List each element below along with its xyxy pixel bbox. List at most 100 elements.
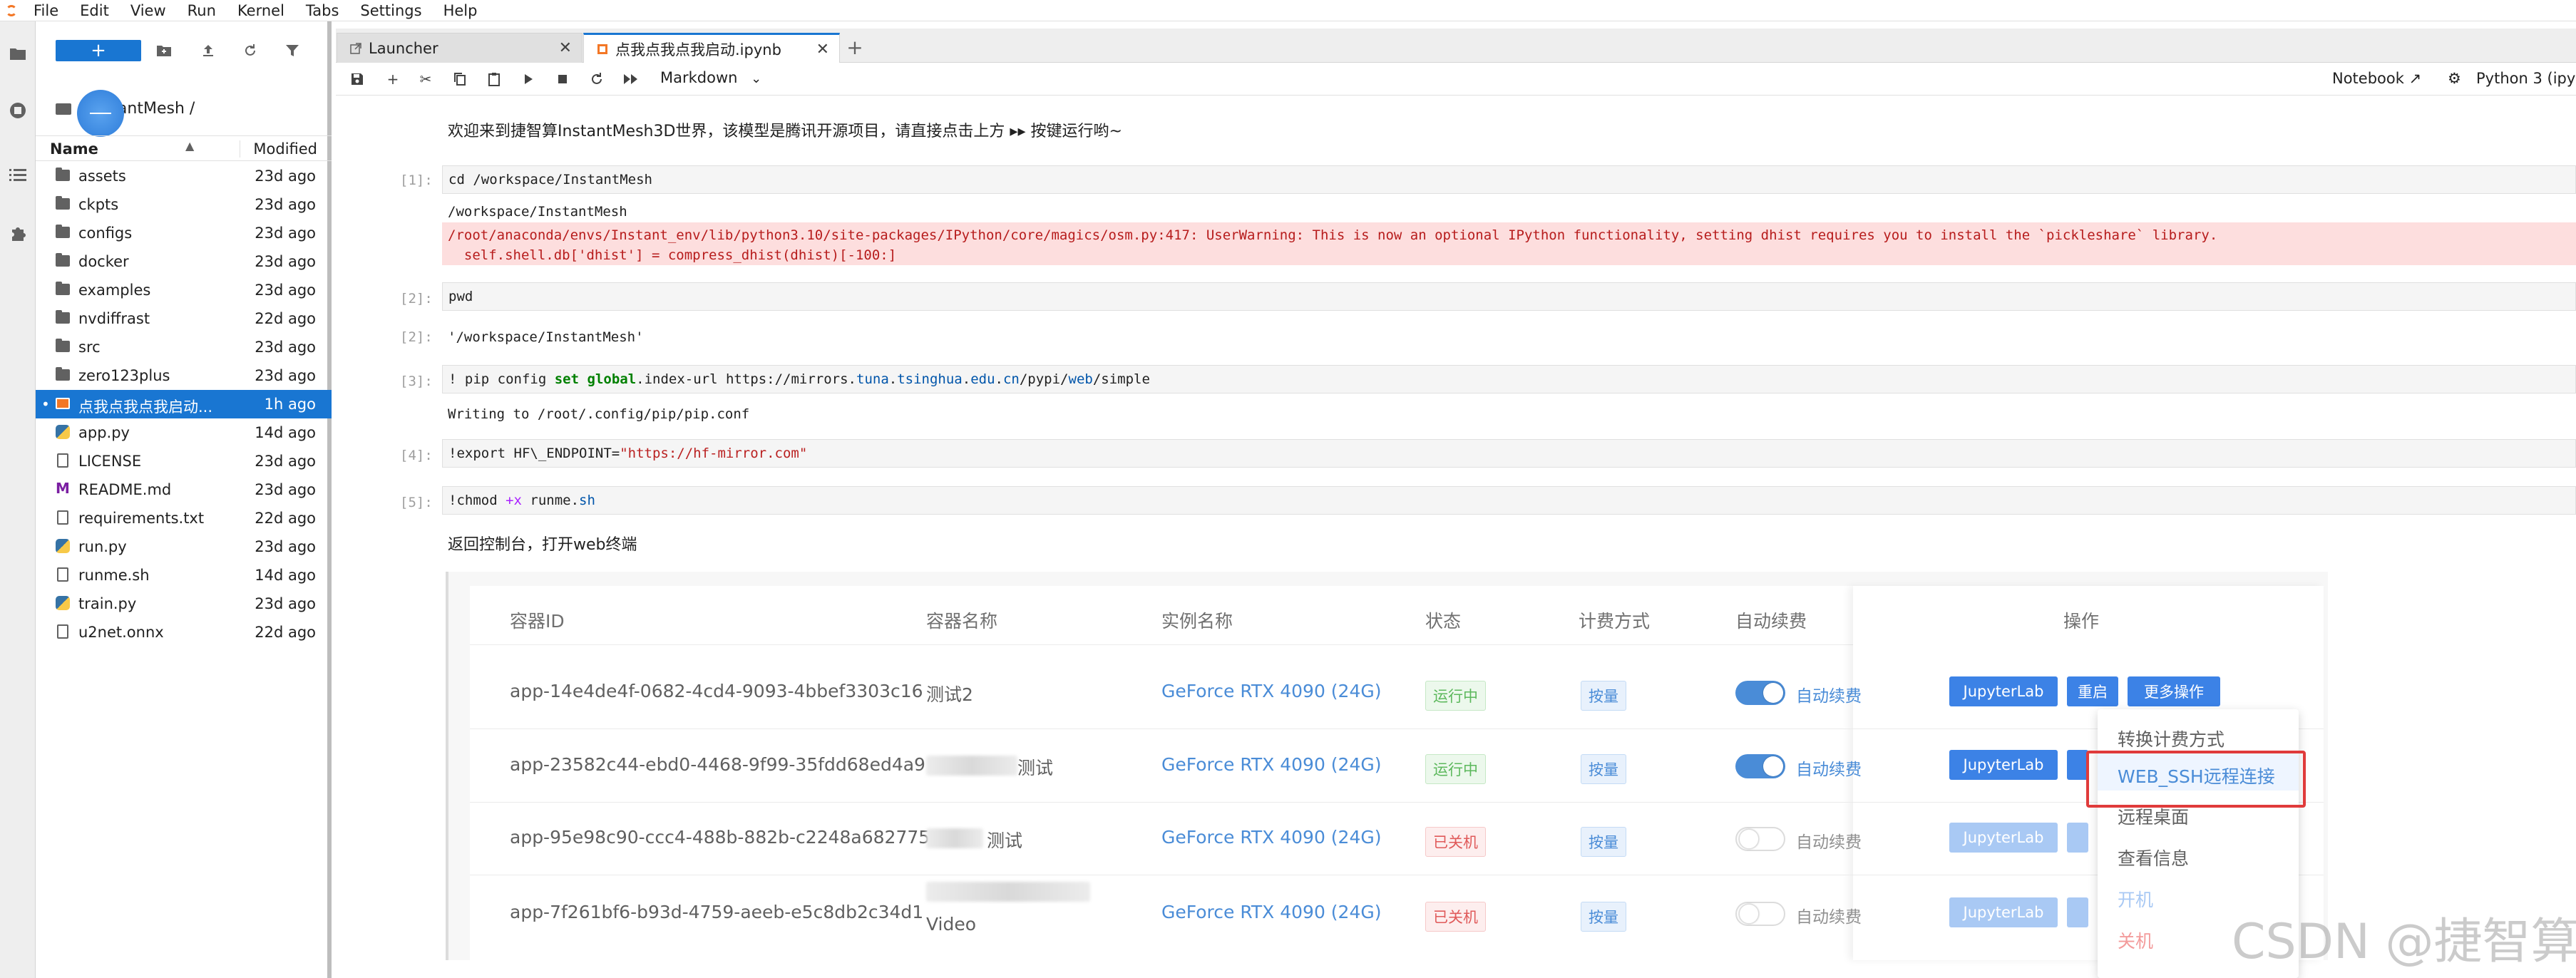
auto-renew-toggle[interactable] — [1735, 902, 1785, 926]
auto-renew-toggle[interactable] — [1735, 754, 1785, 778]
header-operations: 操作 — [2063, 611, 2100, 632]
folder-row[interactable]: zero123plus 23d ago — [36, 361, 332, 390]
markdown-console-hint: 返回控制台，打开web终端 — [448, 536, 637, 554]
folder-icon — [56, 339, 70, 352]
restart-button-partial[interactable] — [2067, 897, 2088, 927]
file-row[interactable]: requirements.txt 22d ago — [36, 504, 332, 532]
column-name[interactable]: Name — [50, 140, 98, 158]
kernel-name[interactable]: Python 3 (ipyk — [2476, 70, 2576, 87]
instance-name-link[interactable]: GeForce RTX 4090 (24G) — [1161, 754, 1382, 775]
dropdown-item-power-off[interactable]: 关机 — [2118, 927, 2153, 953]
running-sessions-icon[interactable] — [9, 101, 27, 120]
file-modified: 22d ago — [255, 310, 316, 327]
code-cell-2[interactable]: pwd — [442, 282, 2576, 311]
file-row[interactable]: u2net.onnx 22d ago — [36, 618, 332, 647]
file-name: configs — [78, 225, 133, 242]
refresh-icon[interactable] — [240, 40, 261, 61]
python-icon — [56, 425, 70, 439]
code-cell-1[interactable]: cd /workspace/InstantMesh — [442, 165, 2576, 194]
menu-help[interactable]: Help — [433, 2, 488, 19]
billing-badge: 按量 — [1581, 754, 1626, 784]
restart-button-partial[interactable] — [2067, 823, 2088, 853]
run-cell-icon[interactable] — [518, 70, 538, 88]
file-modified: 23d ago — [255, 196, 316, 213]
markdown-icon: M — [56, 480, 70, 497]
paste-icon[interactable] — [484, 70, 504, 88]
file-row[interactable]: M README.md 23d ago — [36, 475, 332, 504]
upload-icon[interactable] — [197, 40, 219, 61]
close-icon[interactable]: ✕ — [559, 39, 572, 57]
interrupt-kernel-icon[interactable] — [553, 70, 573, 88]
menu-view[interactable]: View — [120, 2, 177, 19]
folder-row[interactable]: configs 23d ago — [36, 219, 332, 247]
auto-renew-toggle[interactable] — [1735, 827, 1785, 851]
menu-edit[interactable]: Edit — [69, 2, 120, 19]
code-cell-5[interactable]: !chmod +x runme.sh — [442, 486, 2576, 515]
file-name: runme.sh — [78, 567, 150, 584]
container-name: Video — [926, 914, 977, 935]
menu-tabs[interactable]: Tabs — [295, 2, 350, 19]
jupyterlab-button[interactable]: JupyterLab — [1949, 676, 2058, 706]
folder-row[interactable]: ckpts 23d ago — [36, 190, 332, 219]
file-row[interactable]: LICENSE 23d ago — [36, 447, 332, 475]
column-modified[interactable]: Modified — [240, 140, 317, 158]
table-of-contents-icon[interactable] — [9, 165, 27, 184]
container-table: 容器ID 容器名称 实例名称 状态 计费方式 自动续费 操作 app-14e4d… — [470, 586, 2324, 960]
menu-run[interactable]: Run — [177, 2, 227, 19]
code-cell-3[interactable]: ! pip config set global.index-url https:… — [442, 365, 2576, 393]
jupyterlab-button[interactable]: JupyterLab — [1949, 897, 2058, 927]
restart-kernel-icon[interactable] — [587, 70, 607, 88]
insert-cell-icon[interactable]: + — [383, 70, 403, 88]
instance-name-link[interactable]: GeForce RTX 4090 (24G) — [1161, 681, 1382, 701]
file-row[interactable]: app.py 14d ago — [36, 418, 332, 447]
jupyterlab-button[interactable]: JupyterLab — [1949, 750, 2058, 780]
auto-renew-label: 自动续费 — [1796, 908, 1862, 927]
file-name: assets — [78, 168, 126, 185]
save-icon[interactable] — [347, 70, 367, 88]
tab-notebook[interactable]: 点我点我点我启动.ipynb ✕ — [583, 33, 840, 63]
restart-button[interactable]: 重启 — [2067, 676, 2118, 706]
instance-name-link[interactable]: GeForce RTX 4090 (24G) — [1161, 827, 1382, 848]
folder-row[interactable]: src 23d ago — [36, 333, 332, 361]
menu-file[interactable]: File — [23, 2, 69, 19]
close-icon[interactable]: ✕ — [816, 41, 829, 58]
cell-type-select[interactable]: Markdown ⌄ — [660, 69, 761, 86]
folder-icon — [56, 196, 70, 210]
code-cell-4[interactable]: !export HF\_ENDPOINT="https://hf-mirror.… — [442, 439, 2576, 468]
instance-name-link[interactable]: GeForce RTX 4090 (24G) — [1161, 902, 1382, 922]
dropdown-item-power-on[interactable]: 开机 — [2118, 886, 2153, 912]
folder-row[interactable]: examples 23d ago — [36, 276, 332, 304]
new-folder-icon[interactable] — [153, 40, 175, 61]
cut-icon[interactable]: ✂ — [416, 70, 436, 88]
restart-run-all-icon[interactable] — [621, 70, 641, 88]
folder-row[interactable]: nvdiffrast 22d ago — [36, 304, 332, 333]
auto-renew-toggle[interactable] — [1735, 681, 1785, 705]
menu-kernel[interactable]: Kernel — [227, 2, 295, 19]
folder-icon[interactable] — [9, 44, 27, 63]
open-in-notebook-button[interactable]: Notebook ↗ — [2332, 70, 2421, 87]
file-name: u2net.onnx — [78, 624, 164, 641]
add-tab-icon[interactable]: + — [842, 34, 868, 60]
file-row[interactable]: runme.sh 14d ago — [36, 561, 332, 590]
gear-icon[interactable]: ⚙ — [2448, 70, 2461, 87]
copy-icon[interactable] — [450, 70, 470, 88]
file-row[interactable]: train.py 23d ago — [36, 590, 332, 618]
folder-row[interactable]: assets 23d ago — [36, 162, 332, 190]
file-row[interactable]: • 点我点我点我启动... 1h ago — [36, 390, 332, 418]
dropdown-item-switch-billing[interactable]: 转换计费方式 — [2118, 726, 2225, 751]
jupyterlab-button[interactable]: JupyterLab — [1949, 823, 2058, 853]
more-actions-button[interactable]: 更多操作 — [2128, 676, 2220, 706]
filter-icon[interactable] — [282, 40, 303, 61]
toggle-knob — [1763, 683, 1783, 703]
new-launcher-button[interactable]: + — [56, 40, 141, 61]
menu-settings[interactable]: Settings — [349, 2, 432, 19]
file-modified: 23d ago — [255, 168, 316, 185]
tab-launcher[interactable]: Launcher ✕ — [337, 33, 583, 63]
restart-button-partial[interactable] — [2067, 750, 2088, 780]
file-row[interactable]: run.py 23d ago — [36, 532, 332, 561]
extension-puzzle-icon[interactable] — [9, 225, 27, 243]
folder-row[interactable]: docker 23d ago — [36, 247, 332, 276]
launcher-icon — [350, 42, 361, 54]
tab-label: Launcher — [369, 39, 438, 57]
dropdown-item-view-info[interactable]: 查看信息 — [2118, 845, 2189, 870]
